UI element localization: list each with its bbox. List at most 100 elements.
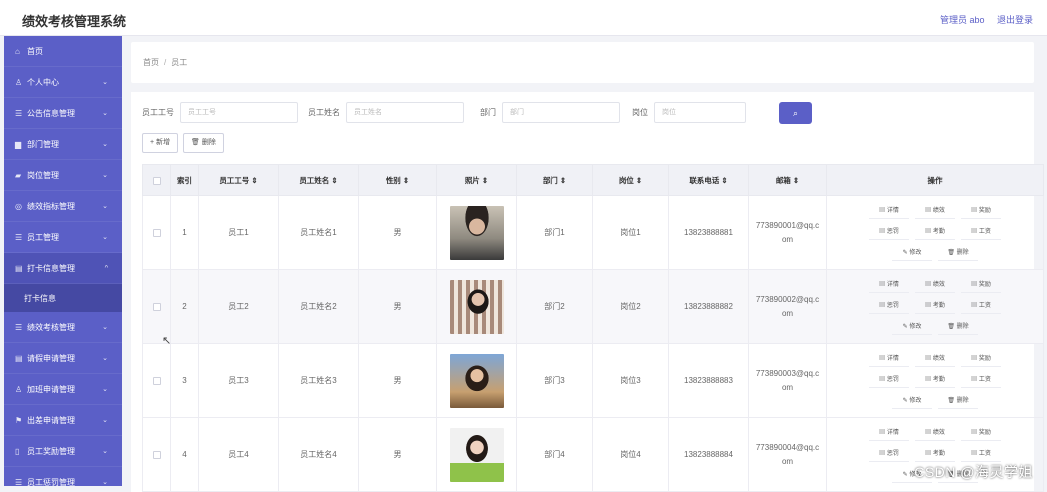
dept-cell: 部门4 (517, 418, 593, 492)
column-header[interactable]: 员工工号 ⇕ (199, 165, 279, 196)
column-header[interactable]: 员工姓名 ⇕ (279, 165, 359, 196)
add-button[interactable]: + 新增 (142, 133, 178, 153)
delete-row-button[interactable]: 🗑 删除 (938, 394, 978, 409)
details-button[interactable]: ▤ 详情 (869, 352, 909, 367)
sidebar-icon: ⌂ (15, 47, 27, 56)
edit-button[interactable]: ✎ 修改 (892, 320, 932, 335)
sidebar-icon: ☰ (15, 233, 27, 242)
admin-user[interactable]: 管理员 abo (940, 15, 985, 25)
details-button[interactable]: ▤ 详情 (869, 204, 909, 219)
punish-button[interactable]: ▤ 惩罚 (869, 447, 909, 462)
employee-name-input[interactable]: 员工姓名 (346, 102, 464, 123)
column-header[interactable]: 索引 (171, 165, 199, 196)
table-row[interactable]: 1员工1员工姓名1男部门1岗位113823888881773890001@qq.… (143, 196, 1044, 270)
sidebar-item[interactable]: ☰员工惩罚管理⌄ (4, 467, 122, 486)
sidebar-item[interactable]: ⌂首页 (4, 36, 122, 67)
salary-button[interactable]: ▤ 工资 (961, 225, 1001, 240)
operations-group: ▤ 详情 ▤ 绩效 ▤ 奖励 ▤ 惩罚 ▤ 考勤 ▤ 工资 ✎ 修改 🗑 删除 (860, 275, 1010, 338)
reward-button[interactable]: ▤ 奖励 (961, 426, 1001, 441)
attendance-button[interactable]: ▤ 考勤 (915, 447, 955, 462)
sidebar-subitem-clockin[interactable]: 打卡信息 (4, 284, 122, 312)
employee-photo[interactable] (450, 428, 504, 482)
punish-button[interactable]: ▤ 惩罚 (869, 225, 909, 240)
delete-button[interactable]: 🗑 删除 (183, 133, 224, 153)
breadcrumb-home[interactable]: 首页 (143, 58, 159, 67)
sidebar-icon: ▰ (15, 171, 27, 180)
column-header[interactable]: 邮箱 ⇕ (749, 165, 827, 196)
sidebar-icon: ◎ (15, 202, 27, 211)
reward-button[interactable]: ▤ 奖励 (961, 352, 1001, 367)
performance-button[interactable]: ▤ 绩效 (915, 204, 955, 219)
email-cell: 773890003@qq.com (749, 344, 827, 418)
details-button[interactable]: ▤ 详情 (869, 426, 909, 441)
post-label: 岗位 (632, 107, 648, 118)
content-panel: 员工工号 员工工号 员工姓名 员工姓名 部门 部门 岗位 岗位 ⌕ + 新增 🗑… (131, 92, 1034, 492)
performance-button[interactable]: ▤ 绩效 (915, 426, 955, 441)
sidebar-item[interactable]: ▰岗位管理⌄ (4, 160, 122, 191)
chevron-icon: ⌄ (102, 202, 108, 210)
row-select-cell (143, 344, 171, 418)
performance-button[interactable]: ▤ 绩效 (915, 352, 955, 367)
column-header[interactable]: 部门 ⇕ (517, 165, 593, 196)
employee-no-input[interactable]: 员工工号 (180, 102, 298, 123)
sidebar-item[interactable]: ▤打卡信息管理^ (4, 253, 122, 284)
sidebar-item[interactable]: ◎绩效指标管理⌄ (4, 191, 122, 222)
column-header[interactable]: 岗位 ⇕ (593, 165, 669, 196)
phone-cell: 13823888884 (669, 418, 749, 492)
search-button[interactable]: ⌕ (779, 102, 812, 124)
sidebar-item[interactable]: ☰员工管理⌄ (4, 222, 122, 253)
row-checkbox[interactable] (153, 377, 161, 385)
sidebar-icon: ♙ (15, 78, 27, 87)
sidebar-item-label: 员工惩罚管理 (27, 477, 75, 487)
table-row[interactable]: 3员工3员工姓名3男部门3岗位313823888883773890003@qq.… (143, 344, 1044, 418)
row-checkbox[interactable] (153, 451, 161, 459)
table-row[interactable]: 4员工4员工姓名4男部门4岗位413823888884773890004@qq.… (143, 418, 1044, 492)
column-header[interactable]: 性别 ⇕ (359, 165, 437, 196)
attendance-button[interactable]: ▤ 考勤 (915, 225, 955, 240)
edit-button[interactable]: ✎ 修改 (892, 394, 932, 409)
sidebar-item[interactable]: ▆部门管理⌄ (4, 129, 122, 160)
sidebar-icon: ▤ (15, 354, 27, 363)
performance-button[interactable]: ▤ 绩效 (915, 278, 955, 293)
sidebar-item[interactable]: ☰绩效考核管理⌄ (4, 312, 122, 343)
employee-photo[interactable] (450, 280, 504, 334)
operations-group: ▤ 详情 ▤ 绩效 ▤ 奖励 ▤ 惩罚 ▤ 考勤 ▤ 工资 ✎ 修改 🗑 删除 (860, 349, 1010, 412)
column-header[interactable]: 操作 (827, 165, 1044, 196)
sidebar-item[interactable]: ▯员工奖励管理⌄ (4, 436, 122, 467)
employee-photo[interactable] (450, 354, 504, 408)
salary-button[interactable]: ▤ 工资 (961, 447, 1001, 462)
logout-link[interactable]: 退出登录 (997, 15, 1033, 25)
delete-row-button[interactable]: 🗑 删除 (938, 246, 978, 261)
details-button[interactable]: ▤ 详情 (869, 278, 909, 293)
row-checkbox[interactable] (153, 303, 161, 311)
row-checkbox[interactable] (153, 229, 161, 237)
salary-button[interactable]: ▤ 工资 (961, 373, 1001, 388)
salary-button[interactable]: ▤ 工资 (961, 299, 1001, 314)
select-all-header[interactable] (143, 165, 171, 196)
attendance-button[interactable]: ▤ 考勤 (915, 299, 955, 314)
punish-button[interactable]: ▤ 惩罚 (869, 373, 909, 388)
reward-button[interactable]: ▤ 奖励 (961, 204, 1001, 219)
employee-name-cell: 员工姓名3 (279, 344, 359, 418)
sidebar-item[interactable]: ♙个人中心⌄ (4, 67, 122, 98)
sidebar-item-label: 员工奖励管理 (27, 446, 75, 457)
sidebar-item[interactable]: ♙加班申请管理⌄ (4, 374, 122, 405)
sidebar-item[interactable]: ▤请假申请管理⌄ (4, 343, 122, 374)
select-all-checkbox[interactable] (153, 177, 161, 185)
employee-name-cell: 员工姓名2 (279, 270, 359, 344)
punish-button[interactable]: ▤ 惩罚 (869, 299, 909, 314)
column-header[interactable]: 照片 ⇕ (437, 165, 517, 196)
sidebar-item[interactable]: ☰公告信息管理⌄ (4, 98, 122, 129)
column-header[interactable]: 联系电话 ⇕ (669, 165, 749, 196)
table-row[interactable]: 2员工2员工姓名2男部门2岗位213823888882773890002@qq.… (143, 270, 1044, 344)
edit-button[interactable]: ✎ 修改 (892, 246, 932, 261)
employee-photo[interactable] (450, 206, 504, 260)
sidebar-icon: ♙ (15, 385, 27, 394)
sidebar-item[interactable]: ⚑出差申请管理⌄ (4, 405, 122, 436)
delete-row-button[interactable]: 🗑 删除 (938, 320, 978, 335)
post-input[interactable]: 岗位 (654, 102, 746, 123)
attendance-button[interactable]: ▤ 考勤 (915, 373, 955, 388)
dept-input[interactable]: 部门 (502, 102, 620, 123)
sidebar-item-label: 请假申请管理 (27, 353, 75, 364)
reward-button[interactable]: ▤ 奖励 (961, 278, 1001, 293)
